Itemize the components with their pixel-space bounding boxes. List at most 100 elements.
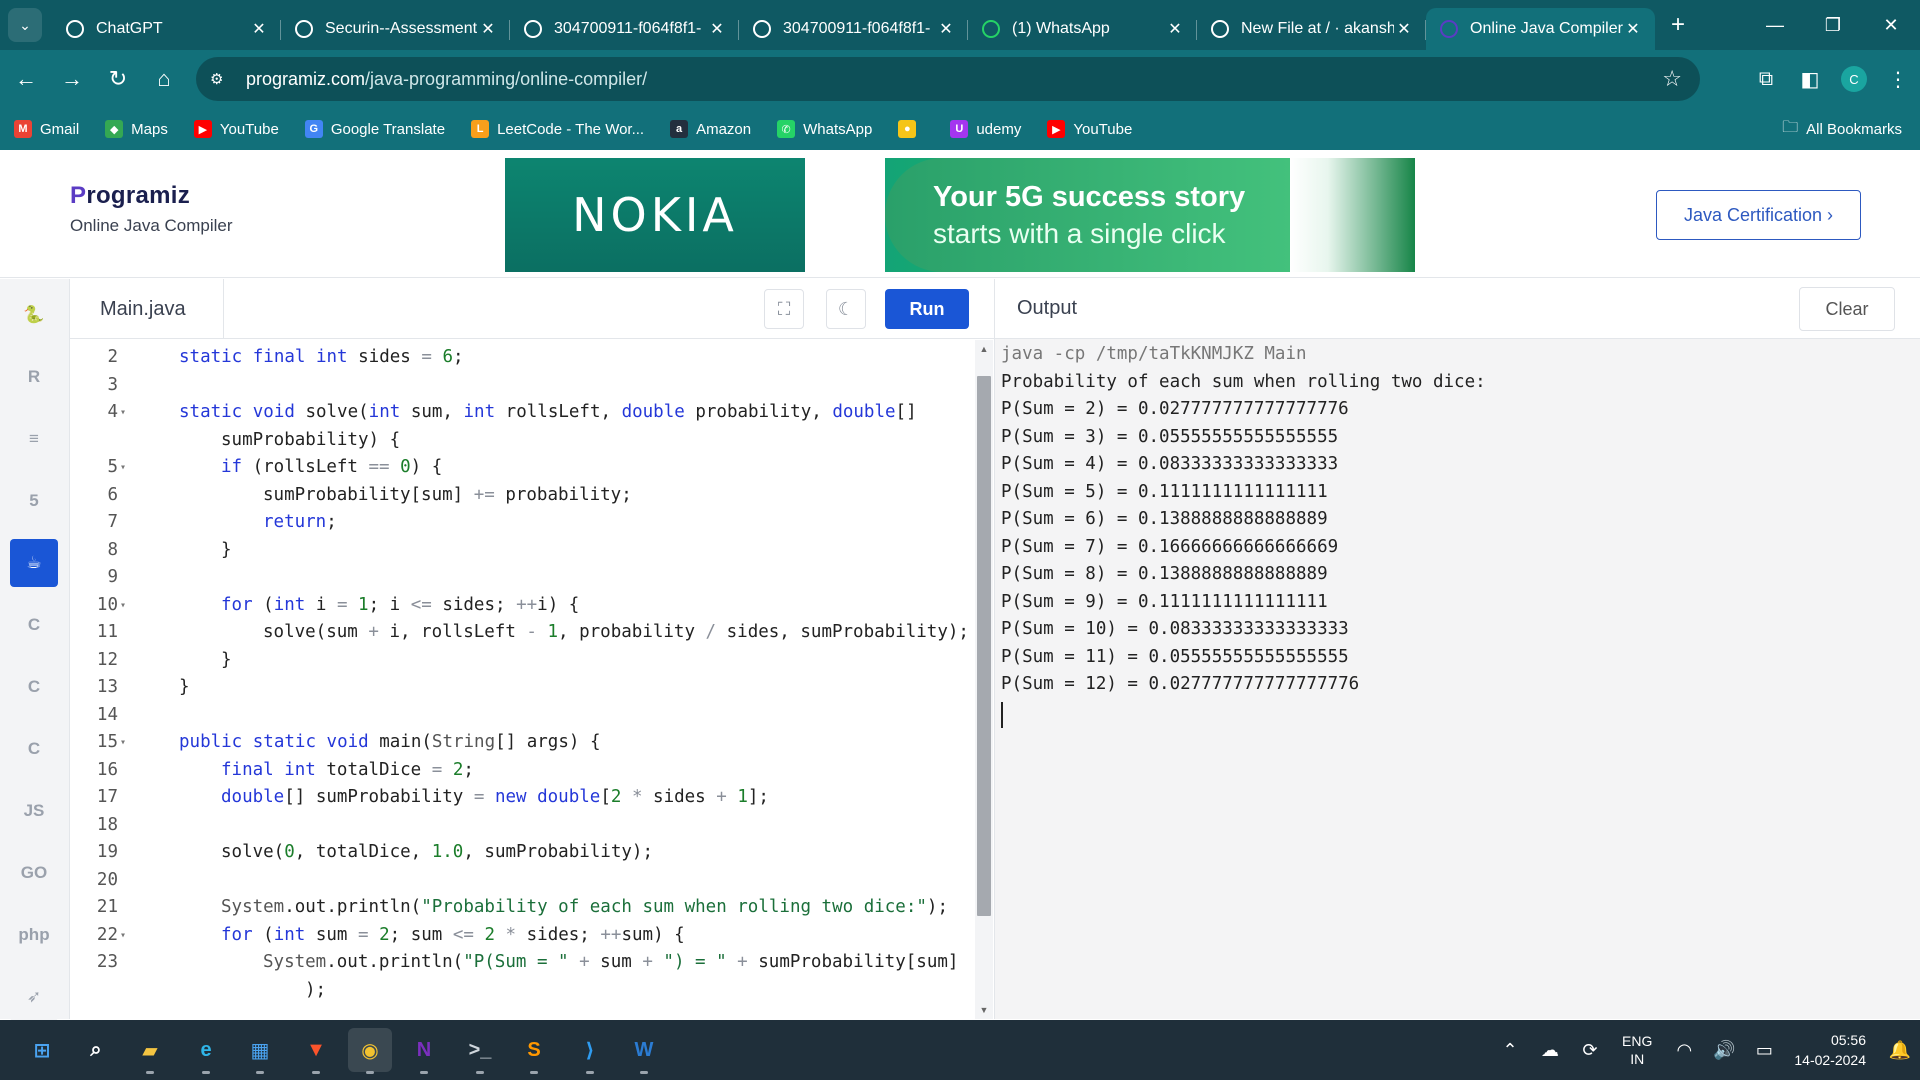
language-php-icon[interactable]: php — [10, 911, 58, 959]
bookmark-item[interactable]: ▶ YouTube — [193, 120, 279, 138]
run-button[interactable]: Run — [885, 289, 969, 329]
language-java-icon[interactable]: ☕ — [10, 539, 58, 587]
clock[interactable]: 05:56 14-02-2024 — [1794, 1030, 1866, 1070]
bookmark-item[interactable]: Uudemy — [950, 120, 1021, 138]
language-go-icon[interactable]: GO — [10, 849, 58, 897]
fold-toggle-icon[interactable]: ▾ — [120, 922, 126, 950]
fold-toggle-icon[interactable]: ▾ — [120, 399, 126, 427]
taskbar-search-icon[interactable]: ⌕ — [74, 1028, 118, 1072]
bookmark-item[interactable]: a Amazon — [670, 120, 751, 138]
bookmark-item[interactable]: ✆ WhatsApp — [777, 120, 872, 138]
close-tab-icon[interactable]: ✕ — [1623, 19, 1643, 39]
reload-button[interactable]: ↻ — [98, 59, 138, 99]
home-button[interactable]: ⌂ — [144, 59, 184, 99]
language-r-icon[interactable]: R — [10, 353, 58, 401]
fold-toggle-icon[interactable]: ▾ — [120, 729, 126, 757]
dark-mode-button[interactable]: ☾ — [826, 289, 866, 329]
language-csharp-icon[interactable]: C — [10, 725, 58, 773]
browser-tab[interactable]: 304700911-f064f8f1- ✕ — [510, 8, 739, 50]
close-tab-icon[interactable]: ✕ — [1394, 19, 1414, 39]
browser-tab[interactable]: Securin--Assessment ✕ — [281, 8, 510, 50]
bookmark-item[interactable]: ▶ YouTube — [1047, 120, 1132, 138]
home-icon: ⌂ — [157, 66, 171, 91]
close-tab-icon[interactable]: ✕ — [1165, 19, 1185, 39]
bookmark-item[interactable]: ● — [898, 120, 924, 138]
language-cpp-icon[interactable]: C — [10, 663, 58, 711]
taskbar-start-icon[interactable]: ⊞ — [20, 1028, 64, 1072]
minimize-button[interactable]: — — [1746, 0, 1804, 50]
bookmark-item[interactable]: L LeetCode - The Wor... — [471, 120, 644, 138]
output-console[interactable]: java -cp /tmp/taTkKNMJKZ Main Probabilit… — [1001, 341, 1911, 728]
taskbar-store-icon[interactable]: ▦ — [238, 1028, 282, 1074]
clear-button[interactable]: Clear — [1799, 287, 1895, 331]
onedrive-cloud-icon[interactable]: ☁ — [1530, 1040, 1570, 1061]
chevron-up-icon[interactable]: ⌃ — [1490, 1040, 1530, 1061]
ad-banner[interactable]: NOKIA Your 5G success story starts with … — [505, 158, 1415, 272]
language-c-icon[interactable]: C — [10, 601, 58, 649]
profile-button[interactable]: C — [1832, 57, 1876, 101]
bookmark-item[interactable]: M Gmail — [14, 120, 79, 138]
code-token: * — [505, 924, 527, 945]
taskbar-file-explorer-icon[interactable]: ▰ — [128, 1028, 172, 1074]
code-token: ( — [263, 594, 274, 615]
taskbar-edge-icon[interactable]: e — [184, 1028, 228, 1074]
taskbar-chrome-icon[interactable]: ◉ — [348, 1028, 392, 1074]
bookmark-star-icon[interactable]: ☆ — [1662, 66, 1682, 92]
code-line: 8} — [70, 537, 980, 565]
taskbar-sublime-icon[interactable]: S — [512, 1028, 556, 1074]
code-token: = — [473, 787, 495, 807]
code-token: String — [431, 732, 496, 752]
back-button[interactable]: ← — [6, 59, 46, 99]
language-python-icon[interactable]: 🐍 — [10, 291, 58, 339]
address-bar[interactable]: ⚙ programiz.com/java-programming/online-… — [196, 57, 1700, 101]
taskbar-onenote-icon[interactable]: N — [402, 1028, 446, 1074]
sync-icon[interactable]: ⟳ — [1570, 1040, 1610, 1061]
input-language-indicator[interactable]: ENG IN — [1622, 1032, 1652, 1068]
close-tab-icon[interactable]: ✕ — [249, 19, 269, 39]
language-html-icon[interactable]: 5 — [10, 477, 58, 525]
language-swift-icon[interactable]: ➶ — [10, 973, 58, 1021]
taskbar-vscode-icon[interactable]: ⟩ — [568, 1028, 612, 1074]
forward-button[interactable]: → — [52, 59, 92, 99]
bookmark-item[interactable]: G Google Translate — [304, 120, 445, 138]
scroll-up-arrow-icon[interactable]: ▲ — [979, 344, 989, 354]
language-js-icon[interactable]: JS — [10, 787, 58, 835]
notification-bell-icon[interactable]: 🔔 — [1880, 1040, 1920, 1061]
side-panel-icon[interactable]: ◧ — [1788, 57, 1832, 101]
close-window-button[interactable]: ✕ — [1862, 0, 1920, 50]
taskbar-word-icon[interactable]: W — [622, 1028, 666, 1074]
close-tab-icon[interactable]: ✕ — [936, 19, 956, 39]
browser-tab[interactable]: (1) WhatsApp ✕ — [968, 8, 1197, 50]
java-certification-button[interactable]: Java Certification › — [1656, 190, 1861, 240]
scrollbar-thumb[interactable] — [977, 376, 991, 916]
volume-icon[interactable]: 🔊 — [1704, 1040, 1744, 1061]
fold-toggle-icon[interactable]: ▾ — [120, 592, 126, 620]
taskbar-terminal-icon[interactable]: >_ — [458, 1028, 502, 1074]
taskbar-brave-icon[interactable]: ▼ — [294, 1028, 338, 1074]
browser-menu-icon[interactable]: ⋮ — [1876, 57, 1920, 101]
extensions-icon[interactable]: ⧉ — [1744, 57, 1788, 101]
file-tab-main-java[interactable]: Main.java — [70, 279, 224, 339]
browser-tab[interactable]: ChatGPT ✕ — [52, 8, 281, 50]
wifi-icon[interactable]: ◠ — [1664, 1040, 1704, 1061]
close-tab-icon[interactable]: ✕ — [478, 19, 498, 39]
fullscreen-button[interactable]: ⛶ — [764, 289, 804, 329]
fold-toggle-icon[interactable]: ▾ — [120, 454, 126, 482]
editor-scrollbar[interactable]: ▲ ▼ — [975, 340, 993, 1019]
url-text[interactable]: programiz.com/java-programming/online-co… — [246, 69, 647, 90]
browser-tab[interactable]: 304700911-f064f8f1- ✕ — [739, 8, 968, 50]
language-sql-icon[interactable]: ≡ — [10, 415, 58, 463]
scroll-down-arrow-icon[interactable]: ▼ — [979, 1005, 989, 1015]
programiz-logo[interactable]: Programiz Online Java Compiler — [70, 182, 233, 236]
browser-tab[interactable]: New File at / · akansh ✕ — [1197, 8, 1426, 50]
code-editor[interactable]: 2 static final int sides = 6; 3 4 ▾ static vo… — [70, 340, 980, 1019]
battery-icon[interactable]: ▭ — [1744, 1040, 1784, 1061]
restore-button[interactable]: ❐ — [1804, 0, 1862, 50]
tab-search-button[interactable]: ⌄ — [8, 8, 42, 42]
bookmark-item[interactable]: ◆ Maps — [105, 120, 168, 138]
new-tab-button[interactable]: + — [1671, 11, 1685, 39]
all-bookmarks-button[interactable]: 🗀 All Bookmarks — [1782, 116, 1902, 143]
browser-tab[interactable]: Online Java Compiler ✕ — [1426, 8, 1655, 50]
site-info-icon[interactable]: ⚙ — [210, 70, 232, 88]
close-tab-icon[interactable]: ✕ — [707, 19, 727, 39]
